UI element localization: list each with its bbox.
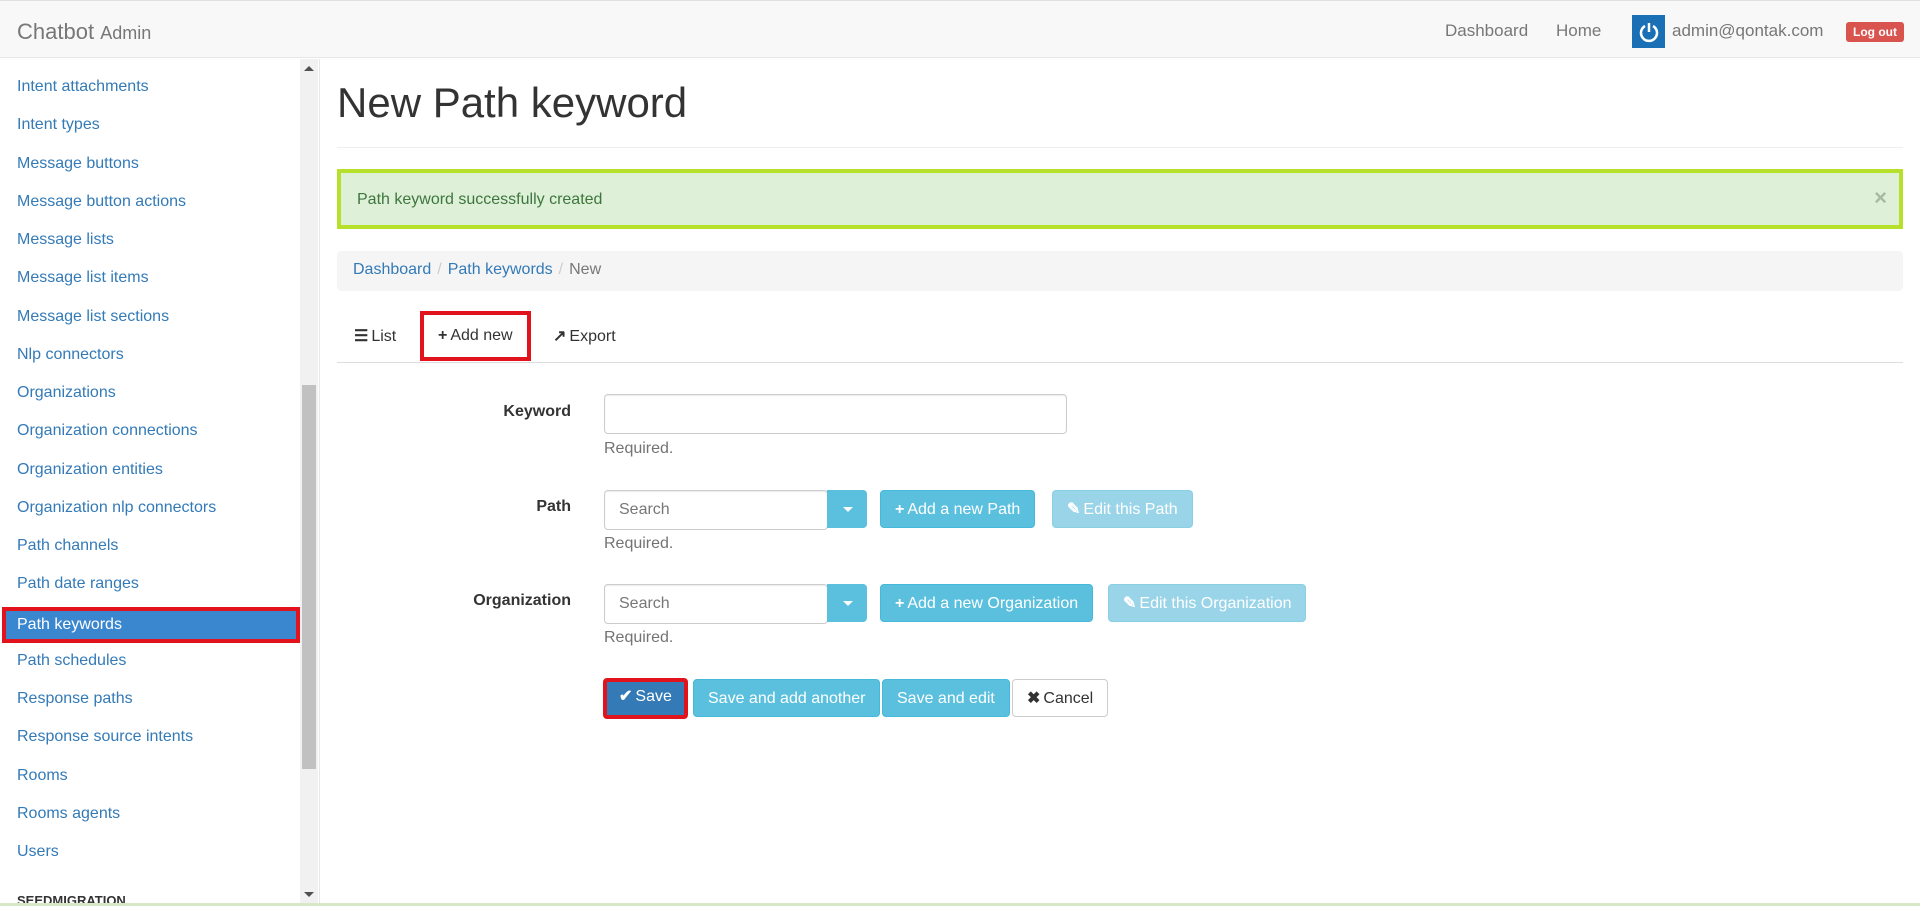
power-icon xyxy=(1632,15,1665,48)
tab-list[interactable]: ☰ List xyxy=(354,311,396,363)
save-label: Save xyxy=(635,688,672,705)
brand-subtitle: Admin xyxy=(100,23,152,43)
list-icon: ☰ xyxy=(354,328,369,345)
cancel-label: Cancel xyxy=(1043,690,1094,707)
add-organization-button[interactable]: + Add a new Organization xyxy=(880,584,1094,622)
sidebar-item-intent-attachments[interactable]: Intent attachments xyxy=(0,69,300,105)
keyword-label: Keyword xyxy=(503,403,571,420)
sidebar-item-path-date-ranges[interactable]: Path date ranges xyxy=(0,566,300,602)
edit-organization-label: Edit this Organization xyxy=(1139,595,1292,612)
organization-dropdown-toggle[interactable] xyxy=(827,584,867,622)
share-icon: ↗ xyxy=(553,328,567,345)
sidebar-item-response-source-intents[interactable]: Response source intents xyxy=(0,719,300,755)
tab-export[interactable]: ↗ Export xyxy=(553,311,616,363)
user-email[interactable]: admin@qontak.com xyxy=(1672,21,1823,41)
logout-button[interactable]: Log out xyxy=(1846,22,1904,42)
caret-down-icon xyxy=(843,507,853,512)
sidebar-item-message-list-sections[interactable]: Message list sections xyxy=(0,299,300,335)
sidebar-item-users[interactable]: Users xyxy=(0,834,300,870)
pencil-icon: ✎ xyxy=(1067,501,1081,518)
save-and-add-another-button[interactable]: Save and add another xyxy=(693,679,881,717)
nav-dashboard-link[interactable]: Dashboard xyxy=(1445,21,1528,41)
sidebar-item-response-paths[interactable]: Response paths xyxy=(0,681,300,717)
scroll-down-icon[interactable] xyxy=(304,892,314,897)
plus-icon: + xyxy=(895,595,905,612)
organization-search-input[interactable]: Search xyxy=(604,584,828,624)
organization-label: Organization xyxy=(473,592,571,609)
plus-icon: + xyxy=(895,501,905,518)
check-icon: ✔ xyxy=(619,688,633,705)
plus-icon: + xyxy=(438,327,448,344)
sidebar-item-organizations[interactable]: Organizations xyxy=(0,375,300,411)
cancel-button[interactable]: ✖ Cancel xyxy=(1012,679,1109,717)
page-title: New Path keyword xyxy=(337,79,688,126)
sidebar-item-organization-nlp-connectors[interactable]: Organization nlp connectors xyxy=(0,490,300,526)
brand-name: Chatbot xyxy=(17,19,95,44)
add-organization-label: Add a new Organization xyxy=(907,595,1079,612)
path-search-input[interactable]: Search xyxy=(604,490,828,530)
keyword-help: Required. xyxy=(604,440,674,457)
keyword-input[interactable] xyxy=(604,394,1067,434)
path-dropdown-toggle[interactable] xyxy=(827,490,867,528)
sidebar-item-message-lists[interactable]: Message lists xyxy=(0,222,300,258)
sidebar-item-nlp-connectors[interactable]: Nlp connectors xyxy=(0,337,300,373)
success-alert: Path keyword successfully created × xyxy=(337,169,1903,229)
sidebar-item-message-button-actions[interactable]: Message button actions xyxy=(0,184,300,220)
scroll-thumb[interactable] xyxy=(302,385,316,769)
edit-organization-button[interactable]: ✎ Edit this Organization xyxy=(1108,584,1307,622)
alert-message: Path keyword successfully created xyxy=(357,191,603,208)
sidebar-scrollbar[interactable] xyxy=(300,59,318,906)
breadcrumb: Dashboard / Path keywords / New xyxy=(337,251,1903,291)
alert-close-button[interactable]: × xyxy=(1874,185,1887,211)
tab-list-label: List xyxy=(371,328,397,345)
sidebar-item-message-list-items[interactable]: Message list items xyxy=(0,260,300,296)
save-and-edit-button[interactable]: Save and edit xyxy=(882,679,1010,717)
nav-home-link[interactable]: Home xyxy=(1556,21,1601,41)
path-help: Required. xyxy=(604,535,674,552)
path-label: Path xyxy=(536,498,571,515)
caret-down-icon xyxy=(843,601,853,606)
brand-logo[interactable]: Chatbot Admin xyxy=(17,19,151,45)
pencil-icon: ✎ xyxy=(1123,595,1137,612)
breadcrumb-separator: / xyxy=(437,261,442,278)
action-tabs: ☰ List + Add new ↗ Export xyxy=(337,311,1903,363)
title-divider xyxy=(337,147,1903,148)
close-icon: ✖ xyxy=(1027,690,1041,707)
tab-add-new-label: Add new xyxy=(450,327,513,344)
sidebar-item-rooms[interactable]: Rooms xyxy=(0,758,300,794)
sidebar-item-rooms-agents[interactable]: Rooms agents xyxy=(0,796,300,832)
sidebar-item-intent-types[interactable]: Intent types xyxy=(0,107,300,143)
edit-path-label: Edit this Path xyxy=(1083,501,1178,518)
sidebar-item-organization-connections[interactable]: Organization connections xyxy=(0,413,300,449)
sidebar: Intent attachments Intent types Message … xyxy=(0,59,320,906)
scroll-up-icon[interactable] xyxy=(304,66,314,71)
breadcrumb-path-keywords[interactable]: Path keywords xyxy=(448,261,553,278)
sidebar-item-organization-entities[interactable]: Organization entities xyxy=(0,452,300,488)
add-path-label: Add a new Path xyxy=(907,501,1021,518)
breadcrumb-current: New xyxy=(569,261,602,278)
tab-add-new[interactable]: + Add new xyxy=(420,311,531,361)
tab-export-label: Export xyxy=(569,328,616,345)
add-path-button[interactable]: + Add a new Path xyxy=(880,490,1036,528)
sidebar-item-path-keywords[interactable]: Path keywords xyxy=(2,607,300,643)
top-navbar: Chatbot Admin Dashboard Home admin@qonta… xyxy=(0,0,1920,58)
save-button[interactable]: ✔ Save xyxy=(603,678,688,719)
sidebar-item-message-buttons[interactable]: Message buttons xyxy=(0,146,300,182)
breadcrumb-separator: / xyxy=(558,261,564,278)
breadcrumb-dashboard[interactable]: Dashboard xyxy=(353,261,431,278)
edit-path-button[interactable]: ✎ Edit this Path xyxy=(1052,490,1193,528)
sidebar-item-path-channels[interactable]: Path channels xyxy=(0,528,300,564)
organization-help: Required. xyxy=(604,629,674,646)
sidebar-item-path-schedules[interactable]: Path schedules xyxy=(0,643,300,679)
